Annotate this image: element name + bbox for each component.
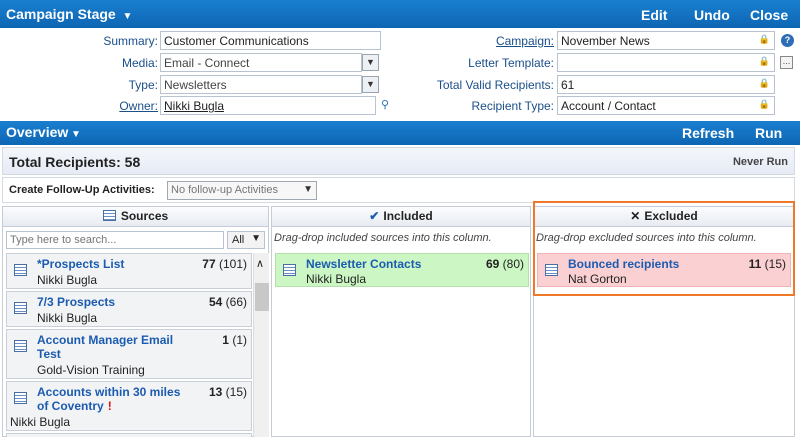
- source-name[interactable]: 7/3 Prospects: [37, 295, 115, 309]
- list-icon: [14, 302, 27, 314]
- source-item[interactable]: [6, 433, 252, 437]
- undo-button[interactable]: Undo: [694, 7, 730, 23]
- source-item[interactable]: Account Manager Email Test 1 (1) Gold-Vi…: [6, 329, 252, 379]
- type-label: Type:: [128, 78, 158, 92]
- warning-icon: !: [107, 399, 112, 413]
- type-select[interactable]: Newsletters: [160, 75, 362, 94]
- chevron-down-icon: ▼: [68, 129, 81, 140]
- included-column: ✔ Included Drag-drop included sources int…: [271, 206, 531, 437]
- overview-title[interactable]: Overview ▼: [6, 124, 81, 140]
- source-item[interactable]: *Prospects List 77 (101) Nikki Bugla: [6, 253, 252, 289]
- lock-icon: 🔒: [758, 56, 770, 66]
- highlight-box: [533, 201, 795, 296]
- close-button[interactable]: Close: [750, 7, 788, 23]
- lock-icon: 🔒: [758, 99, 770, 109]
- included-name[interactable]: Newsletter Contacts: [306, 257, 421, 271]
- overview-header: Overview ▼ Refresh Run: [0, 121, 800, 145]
- summary-field[interactable]: Customer Communications: [160, 31, 381, 50]
- chevron-down-icon[interactable]: ▼: [362, 76, 379, 93]
- source-count: 54 (66): [208, 295, 247, 309]
- edit-button[interactable]: Edit: [641, 7, 667, 23]
- total-valid-recipients-field: 61 🔒: [557, 75, 775, 94]
- source-count: 13 (15): [208, 385, 247, 399]
- source-name[interactable]: Accounts within 30 miles of Coventry!: [37, 385, 187, 413]
- sources-header: Sources: [3, 207, 268, 227]
- source-name[interactable]: *Prospects List: [37, 257, 124, 271]
- run-button[interactable]: Run: [755, 125, 782, 141]
- source-owner: Nikki Bugla: [10, 415, 71, 429]
- source-owner: Gold-Vision Training: [37, 363, 145, 377]
- letter-template-field: 🔒: [557, 53, 775, 72]
- page-title[interactable]: Campaign Stage ▼: [6, 6, 132, 22]
- ellipsis-icon[interactable]: …: [780, 56, 793, 69]
- source-count: 1 (1): [222, 333, 247, 347]
- source-owner: Nikki Bugla: [37, 273, 98, 287]
- campaign-field: November News 🔒: [557, 31, 775, 50]
- followup-label: Create Follow-Up Activities:: [9, 184, 155, 196]
- owner-field[interactable]: Nikki Bugla: [160, 96, 376, 115]
- summary-label: Summary:: [103, 34, 158, 48]
- total-valid-recipients-label: Total Valid Recipients:: [436, 78, 554, 92]
- owner-link[interactable]: Owner:: [60, 99, 158, 113]
- chevron-up-icon[interactable]: ∧: [256, 257, 264, 270]
- included-header: ✔ Included: [272, 207, 530, 227]
- chevron-down-icon: ▼: [303, 184, 313, 195]
- list-icon: [14, 340, 27, 352]
- sources-column: Sources All▼ *Prospects List 77 (101) Ni…: [2, 206, 269, 437]
- total-recipients: Total Recipients: 58: [9, 154, 141, 170]
- search-icon[interactable]: ⚲: [381, 98, 389, 111]
- source-item[interactable]: 7/3 Prospects 54 (66) Nikki Bugla: [6, 291, 252, 327]
- lock-icon: 🔒: [758, 78, 770, 88]
- source-count: 77 (101): [202, 257, 247, 271]
- recipient-type-label: Recipient Type:: [471, 99, 555, 113]
- list-icon: [102, 210, 116, 221]
- run-status: Never Run: [732, 156, 788, 168]
- campaign-stage-header: Campaign Stage ▼ Edit Undo Close: [0, 0, 800, 28]
- included-count: 69 (80): [485, 257, 524, 271]
- included-hint: Drag-drop included sources into this col…: [274, 232, 492, 244]
- sources-filter-select[interactable]: All ▼: [227, 231, 265, 249]
- media-label: Media:: [121, 56, 158, 70]
- sources-search-input[interactable]: [6, 231, 224, 249]
- followup-row: Create Follow-Up Activities: No follow-u…: [2, 177, 795, 203]
- source-name[interactable]: Account Manager Email Test: [37, 333, 187, 361]
- media-select[interactable]: Email - Connect: [160, 53, 362, 72]
- help-icon[interactable]: ?: [781, 34, 794, 47]
- campaign-link[interactable]: Campaign:: [400, 34, 554, 48]
- source-item[interactable]: Accounts within 30 miles of Coventry! 13…: [6, 381, 252, 431]
- chevron-down-icon[interactable]: ▼: [362, 54, 379, 71]
- letter-template-label: Letter Template:: [468, 56, 554, 70]
- lock-icon: 🔒: [758, 34, 770, 44]
- included-owner: Nikki Bugla: [306, 272, 367, 286]
- list-icon: [14, 392, 27, 404]
- refresh-button[interactable]: Refresh: [682, 125, 734, 141]
- chevron-down-icon: ▼: [119, 11, 133, 22]
- chevron-down-icon: ▼: [251, 233, 261, 244]
- check-icon: ✔: [369, 209, 380, 223]
- list-icon: [14, 264, 27, 276]
- scrollbar-thumb[interactable]: [255, 283, 269, 311]
- list-icon: [283, 264, 296, 276]
- total-recipients-bar: Total Recipients: 58 Never Run: [2, 147, 795, 175]
- source-owner: Nikki Bugla: [37, 311, 98, 325]
- recipient-type-field: Account / Contact 🔒: [557, 96, 775, 115]
- included-item[interactable]: Newsletter Contacts 69 (80) Nikki Bugla: [275, 253, 529, 287]
- followup-select[interactable]: No follow-up Activities ▼: [167, 181, 317, 200]
- sources-scrollbar[interactable]: ∧: [253, 253, 269, 437]
- stage-details-form: Summary: Customer Communications Media: …: [0, 28, 800, 118]
